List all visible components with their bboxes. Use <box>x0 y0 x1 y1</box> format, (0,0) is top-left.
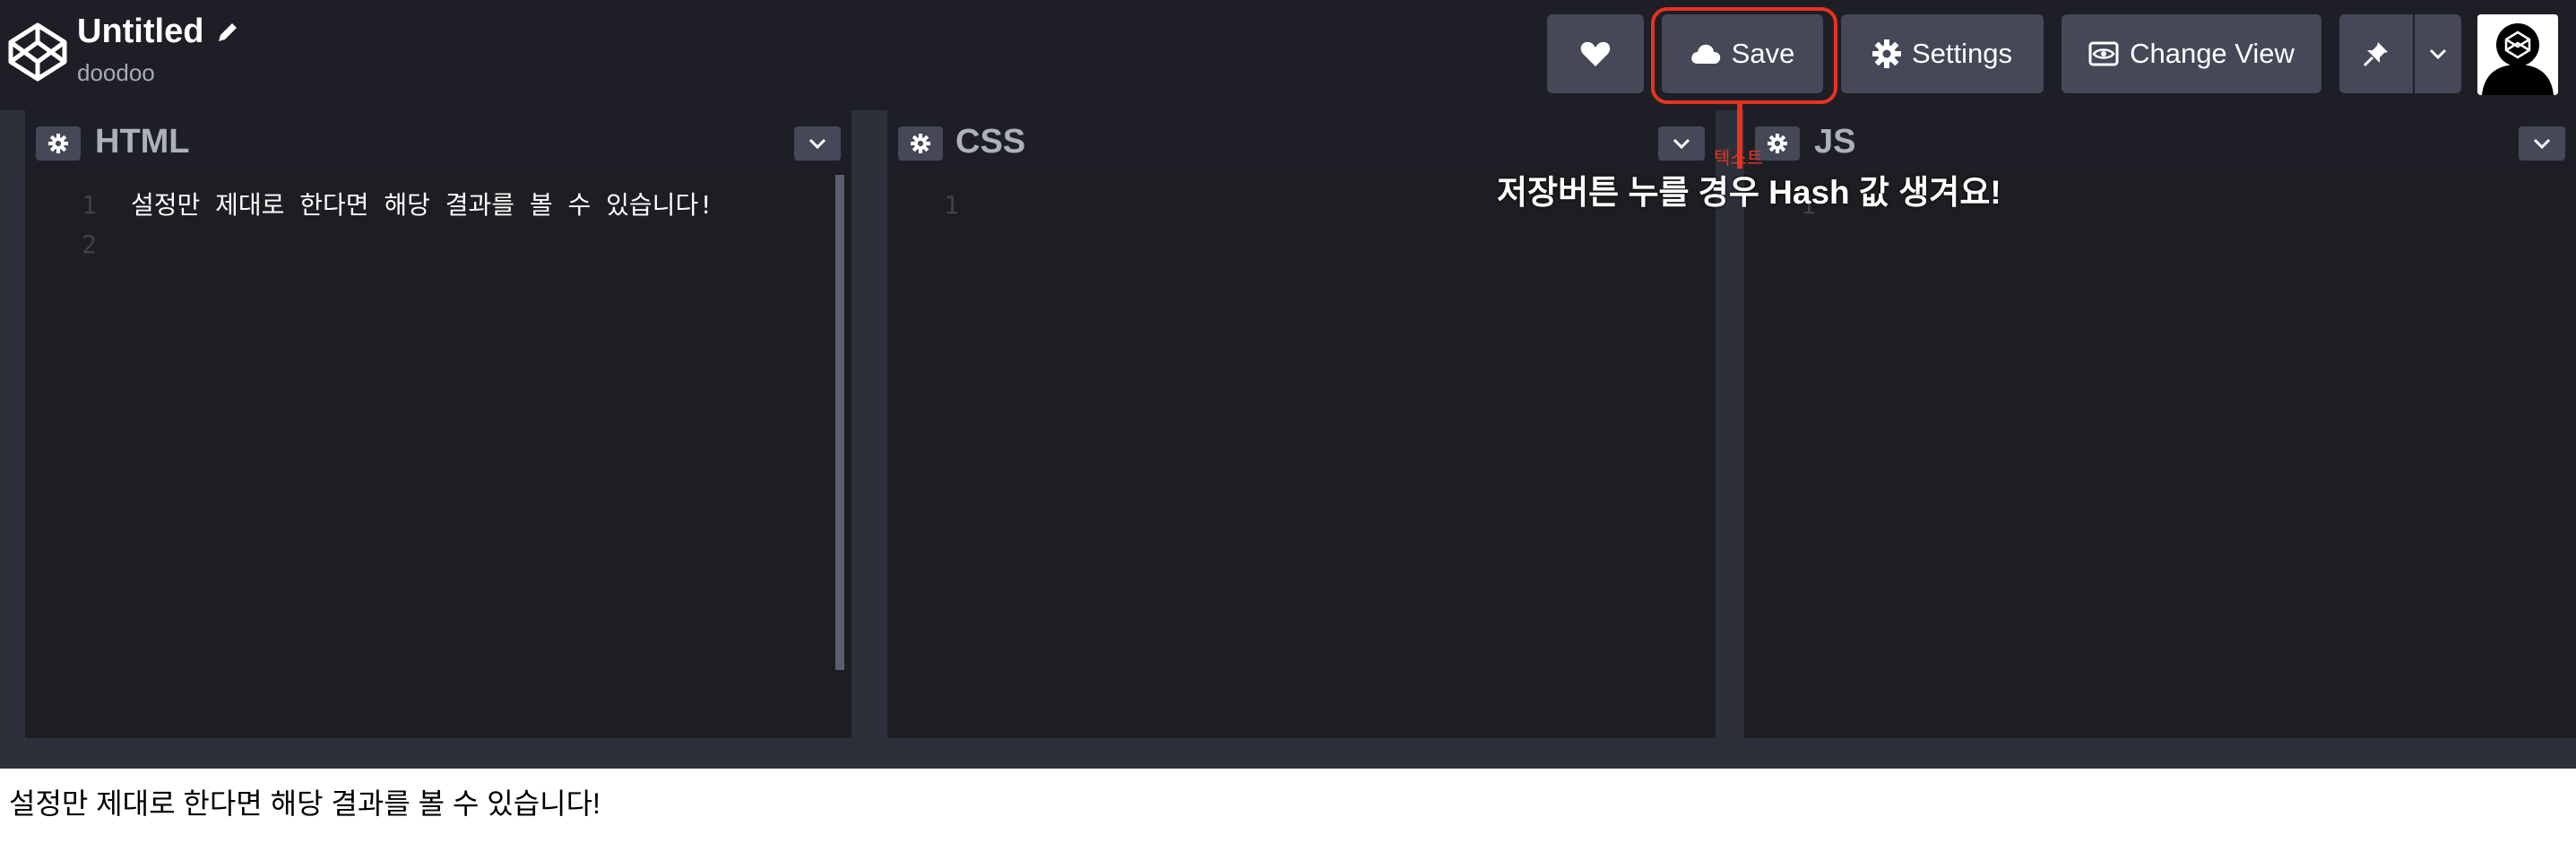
pin-dropdown-button[interactable] <box>2415 14 2461 93</box>
css-line-numbers: 1 <box>944 190 959 220</box>
pen-title[interactable]: Untitled <box>77 13 203 51</box>
css-settings-button[interactable] <box>898 126 943 161</box>
avatar-icon <box>2477 14 2558 95</box>
gear-icon <box>48 134 68 153</box>
chevron-down-icon <box>1673 138 1690 150</box>
editor-resize-handle[interactable] <box>851 110 887 738</box>
like-button[interactable] <box>1547 14 1644 93</box>
change-view-button[interactable]: Change View <box>2062 14 2321 93</box>
heart-icon <box>1580 41 1611 66</box>
html-settings-button[interactable] <box>36 126 81 161</box>
gear-icon <box>1871 39 1901 68</box>
html-line-numbers: 1 2 <box>82 190 97 259</box>
change-view-label: Change View <box>2130 38 2295 69</box>
css-editor-header: CSS <box>887 110 1716 173</box>
codepen-logo-icon[interactable] <box>5 20 70 84</box>
html-code-area[interactable]: 1 2 설정만 제대로 한다면 해당 결과를 볼 수 있습니다! <box>25 173 851 738</box>
annotation-text: 저장버튼 누를 경우 Hash 값 생겨요! <box>1497 174 2001 211</box>
js-editor-title: JS <box>1814 123 1856 161</box>
gear-icon <box>1768 134 1787 153</box>
css-collapse-button[interactable] <box>1658 126 1705 161</box>
preview-resize-handle[interactable] <box>0 738 2576 769</box>
html-editor-title: HTML <box>95 123 190 161</box>
preview-text: 설정만 제대로 한다면 해당 결과를 볼 수 있습니다! <box>9 787 601 820</box>
html-collapse-button[interactable] <box>794 126 841 161</box>
html-code-text[interactable]: 설정만 제대로 한다면 해당 결과를 볼 수 있습니다! <box>131 186 713 225</box>
chevron-down-icon <box>2429 48 2447 60</box>
css-code-area[interactable]: 1 <box>887 173 1716 738</box>
js-collapse-button[interactable] <box>2519 126 2565 161</box>
gear-icon <box>911 134 930 153</box>
js-editor-header: JS <box>1744 110 2576 173</box>
css-editor-title: CSS <box>955 123 1026 161</box>
result-preview[interactable]: 설정만 제대로 한다면 해당 결과를 볼 수 있습니다! <box>0 769 2576 843</box>
owner-name[interactable]: doodoo <box>77 59 155 87</box>
top-header: Untitled doodoo Save Settings Change Vie… <box>0 0 2576 110</box>
chevron-down-icon <box>808 138 826 150</box>
settings-label: Settings <box>1911 38 2012 69</box>
pin-button[interactable] <box>2339 14 2413 93</box>
chevron-down-icon <box>2533 138 2551 150</box>
html-scrollbar[interactable] <box>835 175 844 670</box>
html-editor-header: HTML <box>25 110 851 173</box>
settings-button[interactable]: Settings <box>1841 14 2044 93</box>
pin-icon <box>2363 42 2388 67</box>
eye-icon <box>2088 41 2119 66</box>
html-editor-panel: HTML 1 2 설정만 제대로 한다면 해당 결과를 볼 수 있습니다! <box>25 110 851 738</box>
user-avatar[interactable] <box>2477 14 2558 95</box>
js-code-area[interactable]: 1 <box>1744 173 2576 738</box>
pencil-icon[interactable] <box>215 20 240 45</box>
save-highlight-box <box>1651 7 1837 104</box>
